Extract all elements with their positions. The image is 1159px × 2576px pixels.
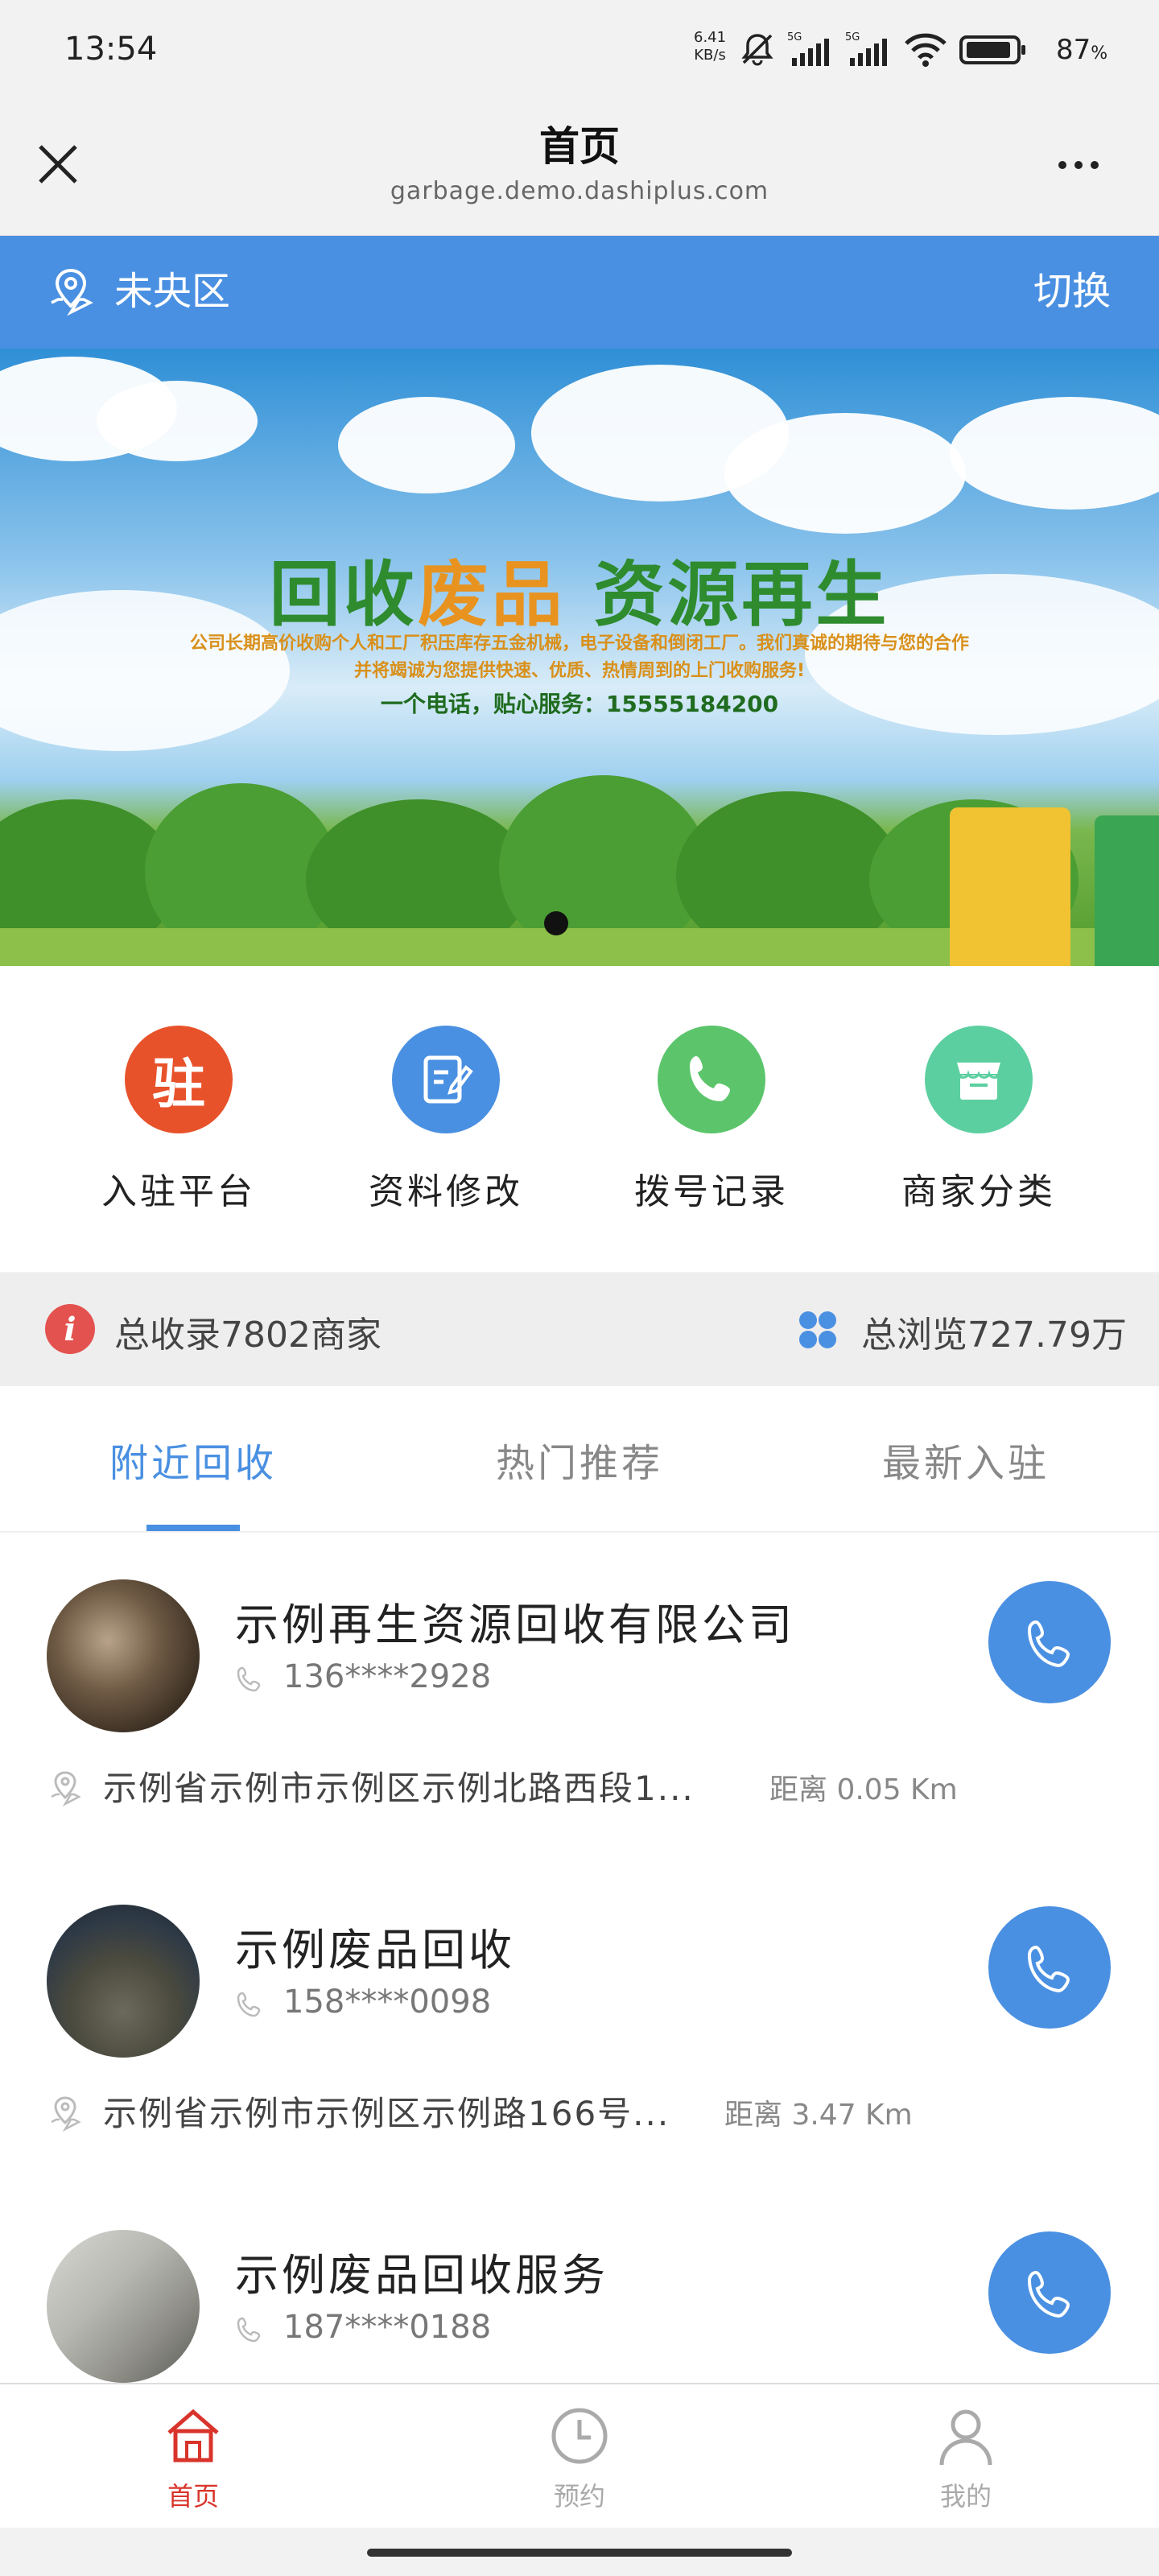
- total-views: 总浏览727.79万: [861, 1315, 1127, 1356]
- location-name[interactable]: 未央区: [114, 259, 230, 316]
- phone-small-icon: [237, 1992, 261, 2017]
- net-speed-value: 6.41: [694, 29, 727, 46]
- more-dot-icon: [1091, 161, 1099, 169]
- more-dot-icon: [1074, 161, 1083, 169]
- svg-text:5G: 5G: [787, 31, 802, 43]
- merchant-name: 示例废品回收服务: [235, 2250, 608, 2301]
- merchant-avatar: [47, 1905, 200, 2058]
- action-join-platform[interactable]: 驻 入驻平台: [58, 1026, 299, 1214]
- merchant-address: 示例省示例市示例区示例北路西段1...: [103, 1769, 695, 1808]
- list-item[interactable]: 示例废品回收 158****0098 示例省示例市示例区示例路166号... 距…: [0, 1858, 1159, 2184]
- tab-active-indicator: [146, 1525, 240, 1531]
- action-label: 入驻平台: [101, 1171, 256, 1212]
- more-dot-icon: [1058, 161, 1066, 169]
- merchant-phone: 187****0188: [283, 2309, 492, 2346]
- list-item[interactable]: 示例再生资源回收有限公司 136****2928 示例省示例市示例区示例北路西段…: [0, 1533, 1159, 1859]
- net-speed: 6.41 KB/s: [694, 29, 726, 64]
- banner-phone: 一个电话，贴心服务：15555184200: [380, 691, 779, 717]
- page-title: 首页: [539, 123, 620, 170]
- home-indicator[interactable]: [367, 2549, 792, 2557]
- more-button[interactable]: [1046, 153, 1111, 177]
- info-icon: i: [45, 1304, 95, 1354]
- merchant-name: 示例废品回收: [235, 1925, 515, 1975]
- merchant-phone: 136****2928: [283, 1658, 492, 1695]
- page-url: garbage.demo.dashiplus.com: [390, 177, 769, 205]
- tab-newest[interactable]: 最新入驻: [773, 1431, 1159, 1488]
- call-button[interactable]: [988, 2231, 1111, 2354]
- merchant-avatar: [47, 1579, 200, 1732]
- nav-appointment[interactable]: 预约: [515, 2404, 644, 2513]
- net-speed-unit: KB/s: [694, 47, 726, 64]
- nav-label: 首页: [167, 2481, 219, 2512]
- status-icons: 5G 5G: [739, 31, 1027, 68]
- banner[interactable]: 回收废品 资源再生 公司长期高价收购个人和工厂积压库存五金机械，电子设备和倒闭工…: [0, 349, 1159, 966]
- merchant-name: 示例再生资源回收有限公司: [235, 1600, 795, 1650]
- banner-title: 回收废品 资源再生: [269, 553, 890, 636]
- carousel-indicator[interactable]: [544, 911, 568, 935]
- location-pin-icon: [51, 1771, 81, 1806]
- cloud: [950, 397, 1159, 510]
- list-item[interactable]: 示例废品回收服务 187****0188: [0, 2183, 1159, 2383]
- phone-small-icon: [237, 2317, 261, 2343]
- home-icon: [167, 2409, 219, 2462]
- merchant-avatar: [47, 2230, 200, 2383]
- phone-icon: [1027, 1620, 1070, 1668]
- battery-percent: 87%: [1056, 34, 1108, 66]
- call-button[interactable]: [988, 1581, 1111, 1703]
- battery-icon: [959, 35, 1025, 64]
- total-merchants: 总收录7802商家: [114, 1315, 382, 1356]
- merchant-distance: 距离 0.05 Km: [769, 1773, 958, 1806]
- merchant-phone: 158****0098: [283, 1984, 492, 2021]
- cloud: [724, 413, 966, 534]
- signal-5g-icon: 5G: [787, 31, 829, 66]
- action-call-log[interactable]: 拨号记录: [591, 1026, 832, 1214]
- location-pin-icon: [51, 2096, 81, 2132]
- tab-nearby[interactable]: 附近回收: [0, 1431, 386, 1488]
- store-icon: [925, 1026, 1033, 1133]
- cloud: [97, 381, 258, 461]
- phone-icon: [1027, 2270, 1070, 2318]
- nav-label: 我的: [939, 2481, 992, 2512]
- banner-text-2: 并将竭诚为您提供快速、优质、热情周到的上门收购服务!: [353, 661, 806, 681]
- action-label: 资料修改: [369, 1171, 523, 1212]
- yellow-bin-icon: [950, 807, 1070, 966]
- phone-icon: [1027, 1945, 1070, 1993]
- user-icon: [939, 2409, 992, 2466]
- cloud: [338, 397, 515, 493]
- action-label: 商家分类: [901, 1171, 1056, 1212]
- mute-bell-icon: [741, 34, 773, 66]
- phone-icon: [658, 1026, 765, 1133]
- clock-icon: [551, 2408, 608, 2464]
- banner-text-1: 公司长期高价收购个人和工厂积压库存五金机械，电子设备和倒闭工厂。我们真诚的期待与…: [189, 634, 969, 654]
- action-merchant-category[interactable]: 商家分类: [858, 1026, 1099, 1214]
- nav-home[interactable]: 首页: [129, 2404, 258, 2513]
- tab-popular[interactable]: 热门推荐: [386, 1431, 773, 1488]
- location-pin-icon: [45, 266, 97, 320]
- action-label: 拨号记录: [634, 1171, 789, 1212]
- station-icon: 驻: [125, 1026, 233, 1133]
- action-edit-profile[interactable]: 资料修改: [325, 1026, 567, 1214]
- signal-5g-icon-2: 5G: [845, 31, 887, 66]
- call-button[interactable]: [988, 1906, 1111, 2029]
- svg-text:5G: 5G: [845, 31, 860, 43]
- merchant-address: 示例省示例市示例区示例路166号...: [103, 2094, 670, 2133]
- green-bin-icon: [1095, 815, 1159, 966]
- nav-label: 预约: [553, 2481, 605, 2512]
- merchant-distance: 距离 3.47 Km: [724, 2099, 913, 2132]
- grid-icon: [797, 1309, 839, 1351]
- wifi-icon: [905, 33, 947, 67]
- phone-small-icon: [237, 1666, 261, 1692]
- switch-location-button[interactable]: 切换: [1033, 259, 1111, 316]
- status-time: 13:54: [64, 31, 158, 68]
- edit-icon: [392, 1026, 500, 1133]
- nav-profile[interactable]: 我的: [901, 2404, 1030, 2513]
